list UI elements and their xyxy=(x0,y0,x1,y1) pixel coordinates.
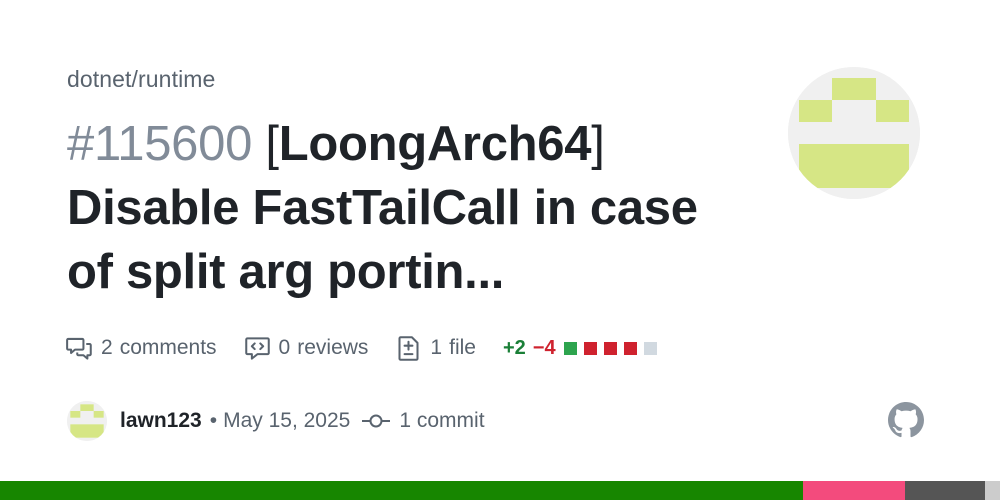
comments-count: 2 xyxy=(101,336,113,359)
meta-separator: • xyxy=(209,409,218,432)
comments-stat[interactable]: 2 comments xyxy=(66,335,217,362)
files-stat[interactable]: 1 file xyxy=(395,335,476,362)
diff-square xyxy=(563,341,577,355)
additions-count: +2 xyxy=(502,336,526,359)
github-logo[interactable] xyxy=(888,402,924,443)
code-review-icon xyxy=(244,336,270,360)
files-count: 1 xyxy=(430,336,443,359)
reviews-label: reviews xyxy=(297,336,369,359)
diff-square xyxy=(583,341,597,355)
diff-stat: +2 −4 xyxy=(503,337,664,360)
pr-date: May 15, 2025 xyxy=(223,409,351,432)
bracket-open: [ xyxy=(265,117,279,171)
language-segment xyxy=(905,481,985,500)
author-name[interactable]: lawn123 xyxy=(120,409,202,433)
diff-square xyxy=(603,341,617,355)
repo-name[interactable]: dotnet/runtime xyxy=(67,66,215,93)
deletions-count: −4 xyxy=(532,336,556,359)
pr-stats: 2 comments 0 reviews 1 file +2 −4 xyxy=(66,330,664,366)
comment-discussion-icon xyxy=(66,337,92,360)
diff-square xyxy=(623,341,637,355)
identicon-image xyxy=(788,67,920,199)
comments-label: comments xyxy=(119,336,217,359)
git-commit-icon xyxy=(362,414,391,428)
language-segment xyxy=(985,481,1000,500)
language-segment xyxy=(803,481,905,500)
language-bar xyxy=(0,481,1000,500)
reviews-stat[interactable]: 0 reviews xyxy=(244,335,369,362)
pr-number: #115600 xyxy=(67,117,253,171)
language-segment xyxy=(0,481,803,500)
diff-squares xyxy=(563,341,664,355)
pr-meta: lawn123 • May 15, 2025 1 commit xyxy=(67,401,485,441)
reviews-count: 0 xyxy=(278,336,291,359)
pr-title[interactable]: #115600 [LoongArch64] Disable FastTailCa… xyxy=(67,112,747,304)
pr-tag: LoongArch64 xyxy=(278,117,592,171)
diff-square xyxy=(643,341,657,355)
bracket-close: ] xyxy=(591,117,605,171)
file-diff-icon xyxy=(398,335,419,361)
github-mark-icon xyxy=(888,402,924,438)
repo-owner-avatar[interactable] xyxy=(788,67,920,199)
pr-card: dotnet/runtime #115600 [LoongArch64] Dis… xyxy=(0,0,1000,500)
author-identicon xyxy=(67,401,107,441)
commit-count[interactable]: 1 commit xyxy=(399,409,484,433)
files-label: file xyxy=(449,336,476,359)
author-avatar[interactable] xyxy=(67,401,107,441)
pr-title-text: Disable FastTailCall in case of split ar… xyxy=(67,181,698,299)
